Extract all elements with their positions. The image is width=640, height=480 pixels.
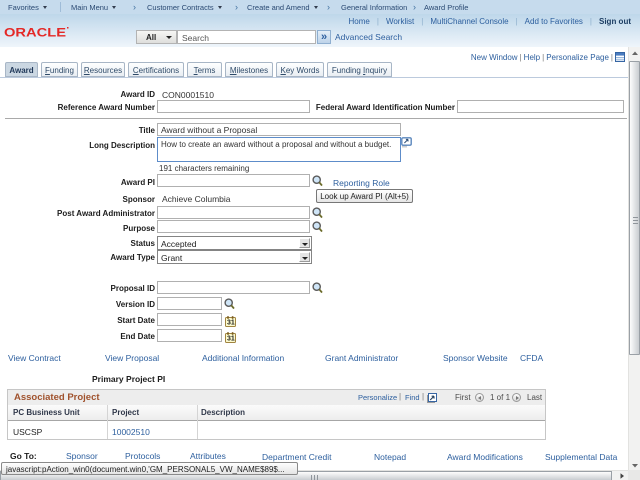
svg-text:31: 31 [227, 320, 235, 327]
svg-text:ORACLE: ORACLE [4, 28, 66, 40]
svg-text:31: 31 [227, 336, 235, 343]
